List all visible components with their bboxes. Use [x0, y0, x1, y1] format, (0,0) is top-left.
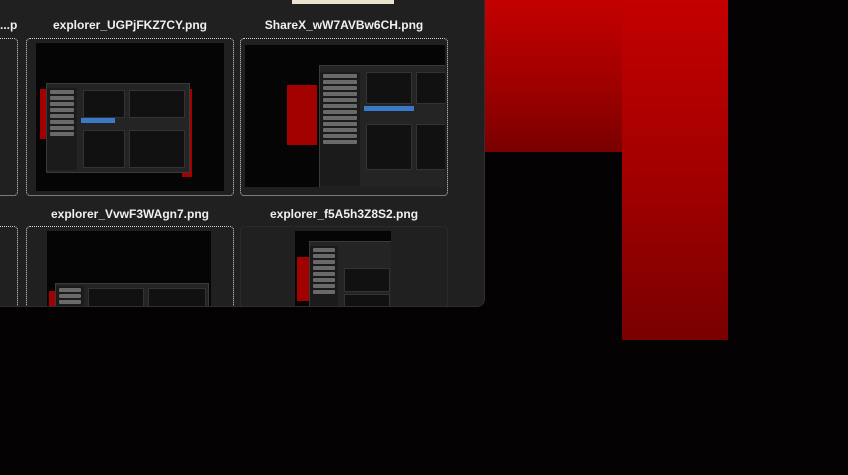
thumbnail-image: [245, 45, 445, 187]
thumbnail-window: [55, 283, 209, 306]
thumbnail-menu: [56, 286, 84, 306]
thumbnail-cell: [88, 288, 144, 306]
thumbnail-cell: [148, 288, 206, 306]
file-tile-explorer-ugpjfkz7cy[interactable]: [26, 38, 234, 196]
file-label-partial: ...p: [0, 18, 18, 32]
thumbnail-cell: [344, 268, 390, 292]
thumbnail-highlight: [364, 106, 414, 111]
file-tile-partial-left-2[interactable]: [0, 226, 18, 306]
thumbnail-image: [295, 231, 391, 306]
thumbnail-cell: [129, 90, 185, 118]
thumbnail-cell: [416, 124, 445, 170]
file-tile-explorer-f5a5h3z8s2[interactable]: [240, 226, 448, 306]
thumbnail-highlight: [81, 118, 115, 123]
file-label-explorer-vvwf3wagn7: explorer_VvwF3WAgn7.png: [50, 207, 210, 221]
thumbnail-cell: [129, 130, 185, 168]
thumbnail-cell: [366, 72, 412, 104]
thumbnail-window: [46, 83, 190, 173]
file-tile-partial-left[interactable]: [0, 38, 18, 196]
desktop-wallpaper-red-right: [622, 0, 728, 340]
thumbnail-window: [319, 65, 445, 187]
thumbnail-window: [309, 241, 391, 306]
thumbnail-menu: [310, 246, 338, 306]
file-label-sharex-ww7avbw6ch: ShareX_wW7AVBw6CH.png: [264, 18, 424, 32]
file-tile-explorer-vvwf3wagn7[interactable]: [26, 226, 234, 306]
file-label-explorer-ugpjfkz7cy: explorer_UGPjFKZ7CY.png: [52, 18, 208, 32]
thumbnail-red-shape: [297, 257, 309, 301]
thumbnail-cell: [416, 72, 445, 104]
thumbnail-cell: [366, 124, 412, 170]
desktop-wallpaper-red-top: [484, 0, 622, 152]
file-label-explorer-f5a5h3z8s2: explorer_f5A5h3Z8S2.png: [269, 207, 419, 221]
thumbnail-cell: [83, 130, 125, 168]
explorer-thumbnail-panel: ...p explorer_UGPjFKZ7CY.png ShareX_wW7A…: [0, 0, 485, 307]
thumbnail-cell: [344, 294, 390, 306]
thumbnail-cell: [83, 90, 125, 118]
file-tile-sharex-ww7avbw6ch[interactable]: [240, 38, 448, 196]
desktop-wallpaper-gap: [484, 152, 622, 342]
thumbnail-image: [47, 231, 211, 306]
thumbnail-red-shape: [287, 85, 317, 145]
thumbnail-menu: [47, 88, 77, 170]
partial-thumbnail-top: [292, 0, 394, 4]
thumbnail-menu: [320, 72, 360, 186]
thumbnail-image: [36, 43, 224, 191]
